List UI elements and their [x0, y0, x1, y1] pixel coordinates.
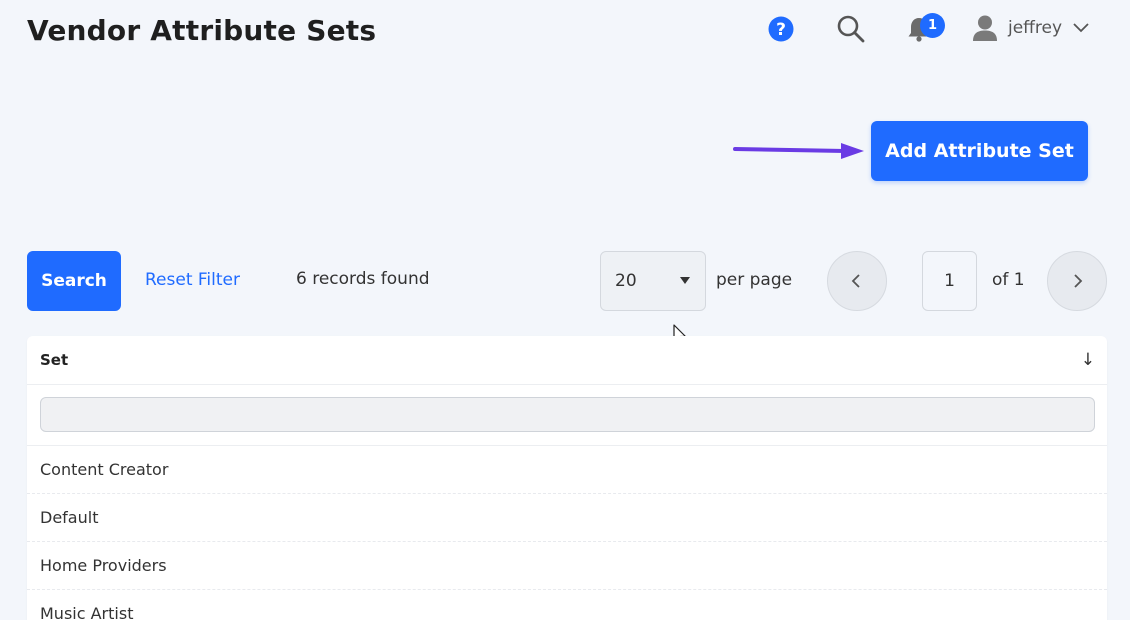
search-icon[interactable]: [836, 14, 866, 44]
page-number-input[interactable]: [922, 251, 977, 311]
table-row[interactable]: Default: [27, 494, 1107, 542]
user-icon[interactable]: [972, 14, 998, 42]
table-row[interactable]: Music Artist: [27, 590, 1107, 620]
per-page-value: 20: [615, 271, 637, 291]
table-header: Set ↓: [27, 336, 1107, 385]
next-page-button[interactable]: [1047, 251, 1107, 311]
total-pages: of 1: [992, 270, 1025, 290]
per-page-label: per page: [716, 270, 793, 290]
table-row[interactable]: Content Creator: [27, 446, 1107, 494]
annotation-arrow-icon: [733, 138, 867, 166]
chevron-left-icon: [851, 274, 860, 288]
reset-filter-link[interactable]: Reset Filter: [145, 270, 240, 290]
records-count: 6 records found: [296, 269, 430, 289]
column-header-set[interactable]: Set: [40, 351, 68, 369]
username[interactable]: jeffrey: [1008, 18, 1062, 38]
help-icon[interactable]: ?: [768, 16, 794, 42]
previous-page-button[interactable]: [827, 251, 887, 311]
notification-badge[interactable]: 1: [920, 13, 945, 38]
caret-down-icon: [680, 277, 690, 284]
set-filter-input[interactable]: [40, 397, 1095, 432]
chevron-right-icon: [1074, 274, 1083, 288]
table-row[interactable]: Home Providers: [27, 542, 1107, 590]
filter-row: [27, 385, 1107, 446]
svg-text:?: ?: [776, 20, 786, 40]
search-button[interactable]: Search: [27, 251, 121, 311]
add-attribute-set-button[interactable]: Add Attribute Set: [871, 121, 1088, 181]
attribute-sets-table: Set ↓ Content Creator Default Home Provi…: [27, 336, 1107, 620]
per-page-select[interactable]: 20: [600, 251, 706, 311]
chevron-down-icon[interactable]: [1071, 18, 1091, 38]
sort-arrow-icon[interactable]: ↓: [1081, 350, 1095, 370]
page-title: Vendor Attribute Sets: [27, 14, 377, 47]
